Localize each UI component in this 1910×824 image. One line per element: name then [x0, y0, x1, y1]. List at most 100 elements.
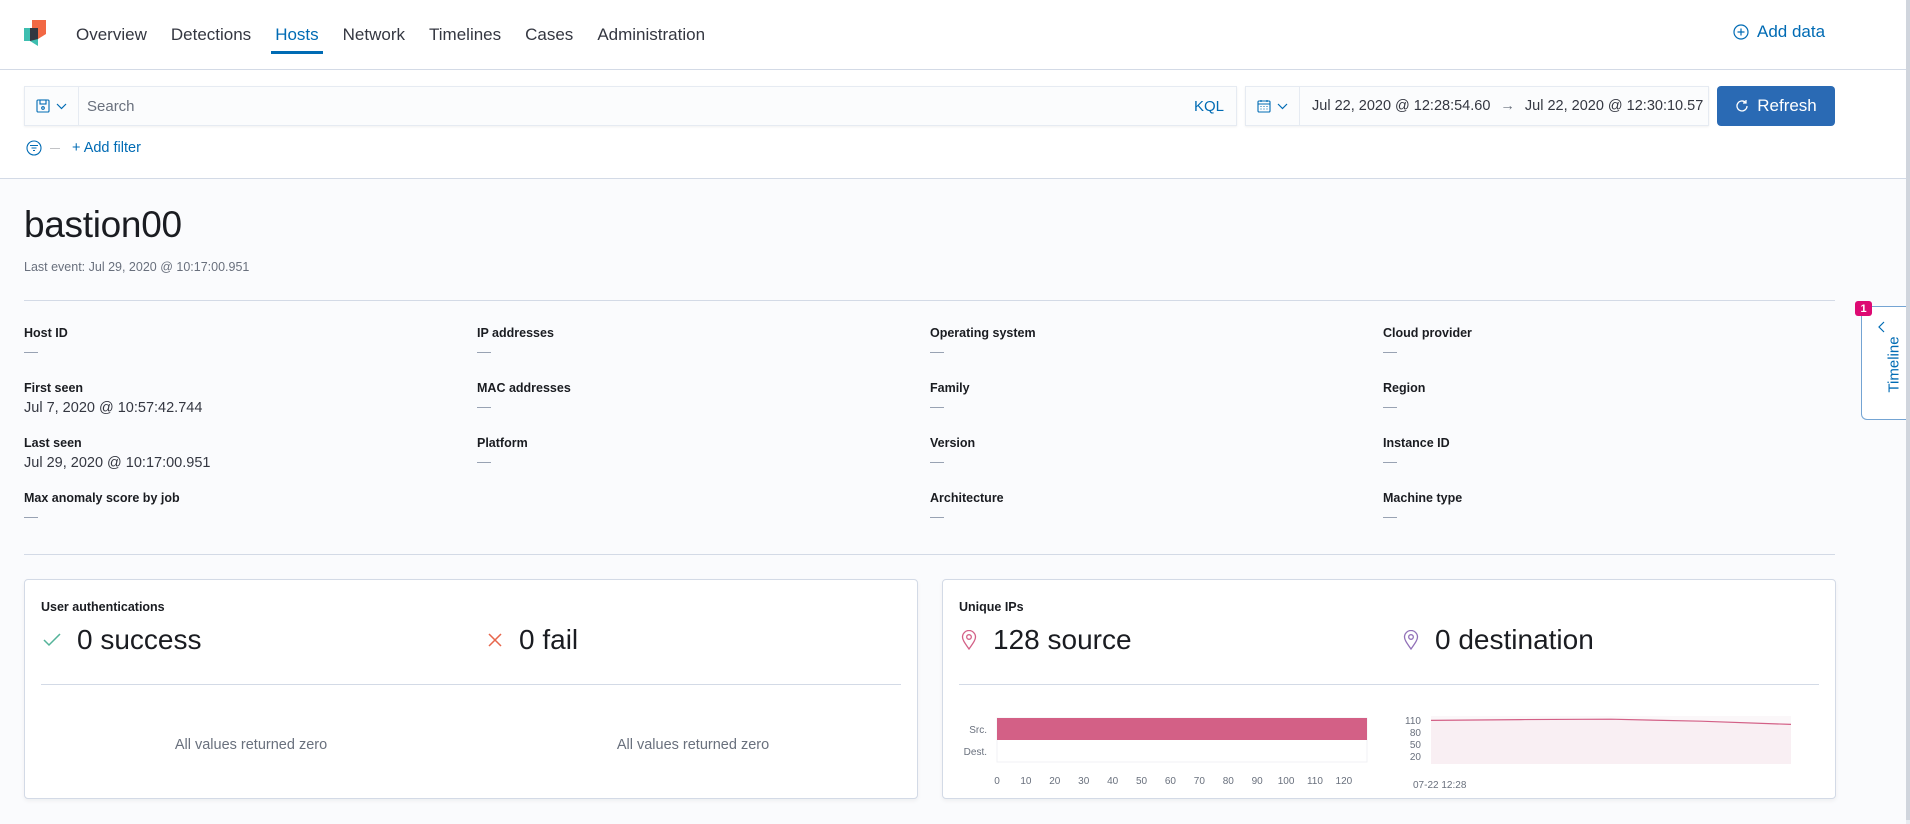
- source-count: 128 source: [993, 624, 1132, 655]
- map-marker-icon: [961, 630, 977, 650]
- empty-value-dash: [930, 407, 944, 408]
- cross-icon: [488, 633, 502, 647]
- date-start-button[interactable]: Jul 22, 2020 @ 12:28:54.60: [1312, 98, 1490, 114]
- query-language-button[interactable]: KQL: [1182, 87, 1236, 125]
- page-title: bastion00: [24, 204, 182, 245]
- detail-label: Last seen: [24, 436, 82, 450]
- panel-divider: [41, 684, 901, 685]
- area-fill: [1431, 719, 1791, 764]
- nav-tab-detections[interactable]: Detections: [171, 0, 251, 70]
- detail-label: Family: [930, 381, 970, 395]
- x-tick-label: 70: [1194, 776, 1206, 787]
- plus-circle-icon: [1733, 24, 1749, 40]
- detail-platform: Platform: [477, 436, 917, 463]
- empty-value-dash: [24, 352, 38, 353]
- x-tick-label: 07-22 12:28: [1413, 780, 1467, 790]
- map-marker-icon: [1403, 630, 1419, 650]
- y-tick-label: Src.: [969, 725, 987, 736]
- x-tick-label: 60: [1165, 776, 1177, 787]
- y-tick-label: 110: [1405, 716, 1421, 727]
- destination-stat: 0 destination: [1403, 624, 1594, 656]
- chevron-down-icon: [56, 103, 67, 109]
- detail-label: Instance ID: [1383, 436, 1450, 450]
- divider: [24, 300, 1835, 301]
- bar-src[interactable]: [997, 718, 1367, 740]
- x-tick-label: 120: [1336, 776, 1353, 787]
- fail-stat: 0 fail: [487, 624, 578, 656]
- source-stat: 128 source: [961, 624, 1132, 656]
- refresh-icon: [1736, 100, 1748, 112]
- panel-divider: [959, 684, 1819, 685]
- add-filter-button[interactable]: + Add filter: [72, 140, 141, 156]
- saved-query-button[interactable]: [25, 87, 79, 125]
- detail-mac-addresses: MAC addresses: [477, 381, 917, 408]
- detail-label: Machine type: [1383, 491, 1463, 505]
- success-count: 0 success: [77, 624, 202, 655]
- panel-title: Unique IPs: [959, 600, 1024, 614]
- date-range: Jul 22, 2020 @ 12:28:54.60 → Jul 22, 202…: [1300, 98, 1708, 114]
- detail-first-seen: First seen Jul 7, 2020 @ 10:57:42.744: [24, 381, 464, 416]
- empty-value-dash: [24, 517, 38, 518]
- x-tick-label: 20: [1049, 776, 1061, 787]
- x-tick-label: 110: [1307, 776, 1323, 787]
- nav-tab-network[interactable]: Network: [343, 0, 405, 70]
- nav-tab-cases[interactable]: Cases: [525, 0, 573, 70]
- unique-ips-area-chart: 205080110 07-22 12:28: [1405, 716, 1792, 790]
- user-authentications-panel: User authentications 0 success 0 fail Al…: [24, 579, 918, 799]
- search-input[interactable]: [79, 87, 1182, 125]
- date-picker: Jul 22, 2020 @ 12:28:54.60 → Jul 22, 202…: [1245, 86, 1709, 126]
- timeline-label: Timeline: [1885, 336, 1903, 393]
- unique-ips-panel: Unique IPs 128 source 0 destination Src.…: [942, 579, 1836, 799]
- x-tick-label: 30: [1078, 776, 1090, 787]
- security-app-logo-icon[interactable]: [24, 20, 48, 46]
- date-end-button[interactable]: Jul 22, 2020 @ 12:30:10.57: [1525, 98, 1703, 114]
- nav-tab-overview[interactable]: Overview: [76, 0, 147, 70]
- detail-label: Max anomaly score by job: [24, 491, 180, 505]
- nav-tab-timelines[interactable]: Timelines: [429, 0, 501, 70]
- x-tick-label: 10: [1020, 776, 1032, 787]
- detail-label: First seen: [24, 381, 84, 395]
- chevron-down-icon: [1277, 103, 1288, 109]
- detail-label: MAC addresses: [477, 381, 571, 395]
- x-tick-label: 0: [994, 776, 1000, 787]
- filter-icon[interactable]: [26, 140, 42, 156]
- chevron-left-icon: [1878, 321, 1885, 333]
- detail-last-seen: Last seen Jul 29, 2020 @ 10:17:00.951: [24, 436, 464, 471]
- empty-value-dash: [1383, 462, 1397, 463]
- detail-label: Architecture: [930, 491, 1004, 505]
- add-data-button[interactable]: Add data: [1733, 22, 1825, 42]
- detail-label: Platform: [477, 436, 528, 450]
- refresh-button[interactable]: Refresh: [1717, 86, 1835, 126]
- success-empty-message: All values returned zero: [174, 737, 328, 753]
- divider: [24, 554, 1835, 555]
- nav-tabs: Overview Detections Hosts Network Timelines C…: [76, 0, 729, 70]
- nav-tab-administration[interactable]: Administration: [597, 0, 705, 70]
- y-tick-label: 50: [1410, 740, 1422, 751]
- empty-value-dash: [930, 517, 944, 518]
- save-icon: [36, 99, 50, 113]
- empty-value-dash: [477, 352, 491, 353]
- detail-machine-type: Machine type: [1383, 491, 1823, 518]
- x-tick-label: 40: [1107, 776, 1119, 787]
- detail-operating-system: Operating system: [930, 326, 1370, 353]
- x-tick-label: 100: [1278, 776, 1295, 787]
- fail-count: 0 fail: [519, 624, 579, 655]
- arrow-right-icon: →: [1500, 98, 1515, 114]
- timeline-count-badge: 1: [1855, 301, 1872, 316]
- check-icon: [43, 633, 61, 647]
- detail-version: Version: [930, 436, 1370, 463]
- query-bar: KQL Jul 22, 2020 @ 12:28:54.60 → Jul 22,…: [0, 70, 1906, 179]
- scrollbar-thumb[interactable]: [1906, 0, 1910, 820]
- nav-tab-hosts[interactable]: Hosts: [271, 0, 324, 70]
- empty-value-dash: [930, 352, 944, 353]
- detail-value: Jul 29, 2020 @ 10:17:00.951: [24, 455, 211, 471]
- panel-title: User authentications: [41, 600, 165, 614]
- x-tick-label: 90: [1252, 776, 1264, 787]
- quick-date-menu-button[interactable]: [1246, 87, 1300, 125]
- success-stat: 0 success: [43, 624, 202, 656]
- detail-region: Region: [1383, 381, 1823, 408]
- detail-label: Version: [930, 436, 976, 450]
- unique-ips-bar-chart: Src. Dest. 0 10 20 30 40 50 60 70 80 90 100 110 120: [964, 717, 1368, 787]
- detail-host-id: Host ID: [24, 326, 464, 353]
- detail-label: Host ID: [24, 326, 68, 340]
